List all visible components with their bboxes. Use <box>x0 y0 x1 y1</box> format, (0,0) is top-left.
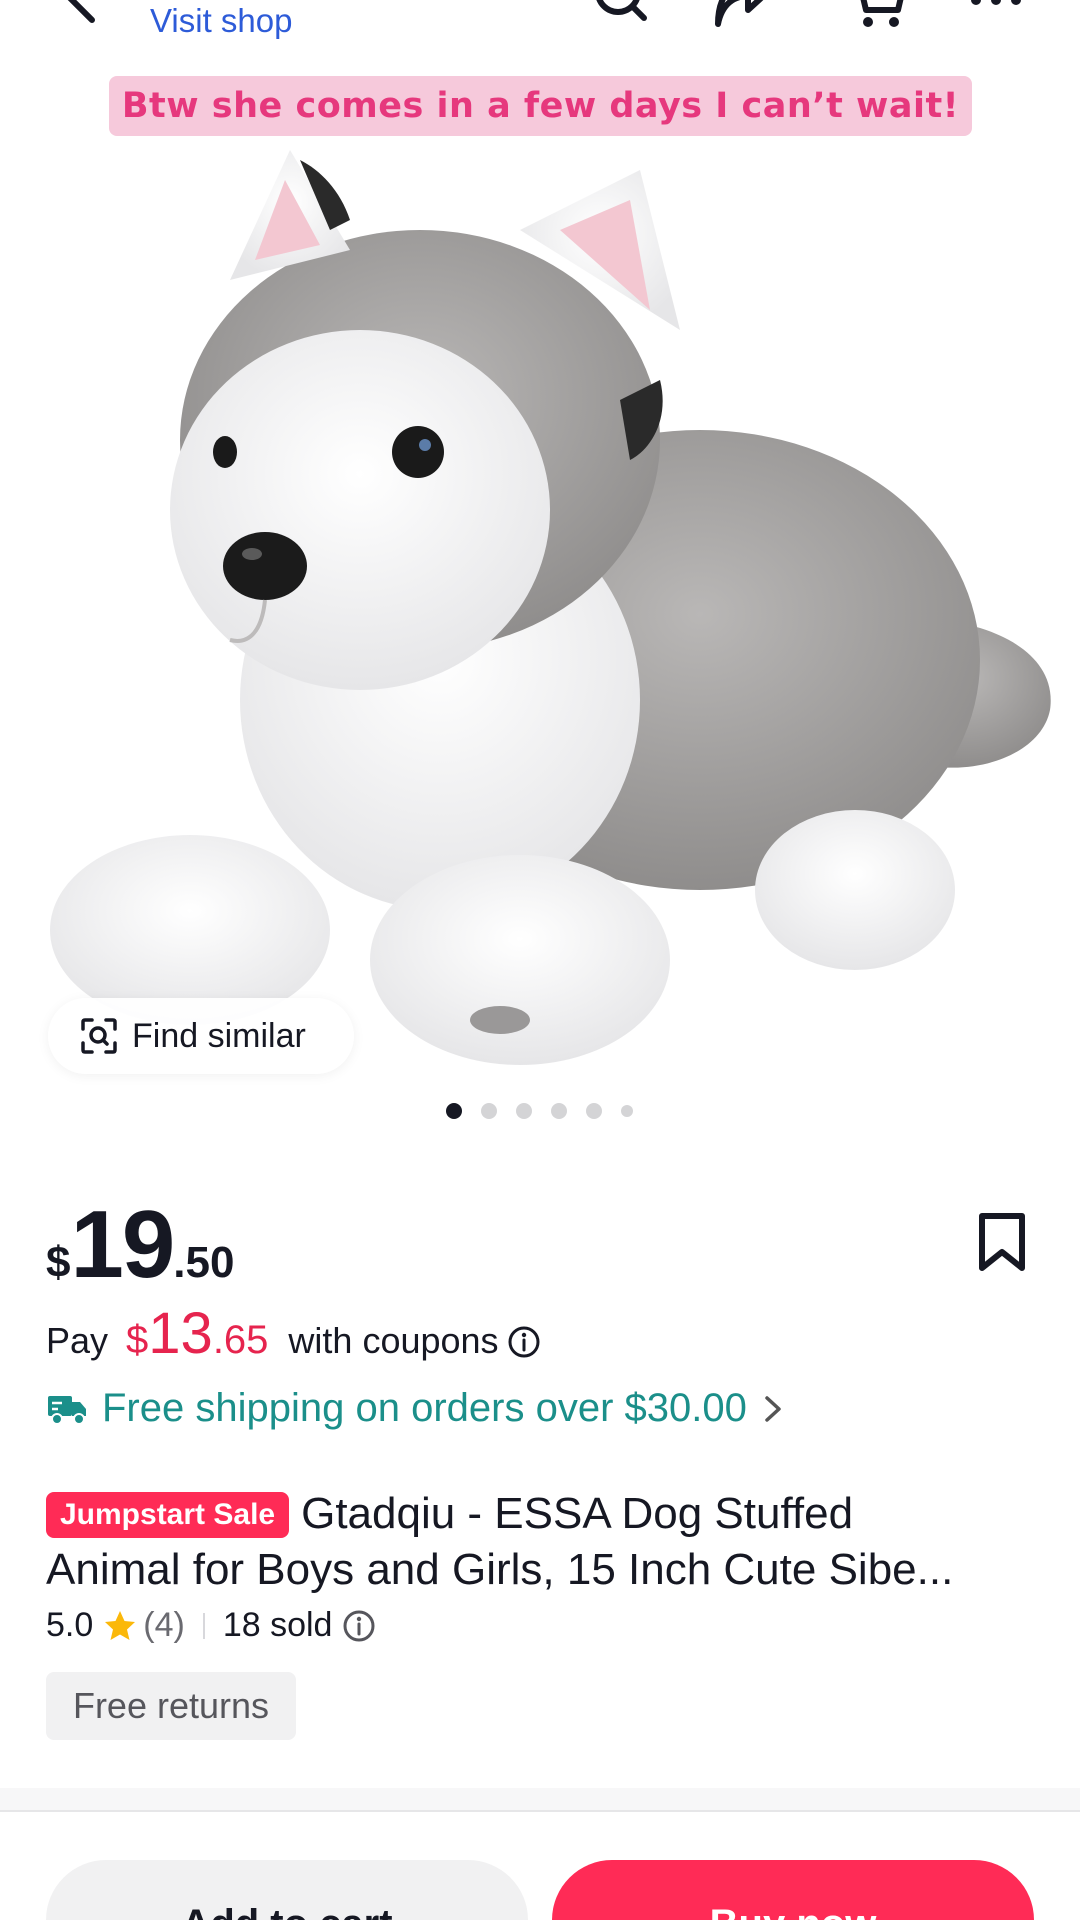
caption-sticker: Btw she comes in a few days I can’t wait… <box>109 76 972 136</box>
top-bar: Visit shop <box>0 0 1080 60</box>
star-icon <box>105 1610 136 1640</box>
coupon-suffix: with coupons <box>288 1320 499 1361</box>
info-icon[interactable] <box>342 1609 376 1643</box>
coupon-currency: $ <box>126 1318 149 1362</box>
pagination-dot[interactable] <box>586 1103 602 1119</box>
shipping-text: Free shipping on orders over $30.00 <box>102 1386 747 1430</box>
search-icon[interactable] <box>588 0 652 30</box>
find-similar-button[interactable]: Find similar <box>48 998 354 1074</box>
price: $ 19 .50 <box>46 1190 234 1298</box>
pagination-dot[interactable] <box>551 1103 567 1119</box>
pagination-dot[interactable] <box>621 1105 633 1117</box>
product-title-line2: Animal for Boys and Girls, 15 Inch Cute … <box>46 1545 954 1594</box>
more-icon[interactable] <box>966 0 1030 30</box>
sale-badge: Jumpstart Sale <box>46 1492 290 1538</box>
coupon-pay-label: Pay <box>46 1320 109 1361</box>
back-icon[interactable] <box>52 0 108 26</box>
add-to-cart-button[interactable]: Add to cart <box>46 1860 528 1920</box>
gallery-pagination <box>0 1100 1080 1120</box>
rating-row[interactable]: 5.0 (4) 18 sold <box>46 1606 376 1645</box>
pagination-dot[interactable] <box>516 1103 532 1119</box>
product-image[interactable] <box>0 140 1080 1070</box>
divider <box>202 1612 205 1639</box>
coupon-price[interactable]: Pay $ 13 .65 with coupons <box>46 1300 541 1367</box>
share-icon[interactable] <box>712 0 776 30</box>
bookmark-icon[interactable] <box>976 1212 1028 1272</box>
cart-icon[interactable] <box>846 0 910 30</box>
coupon-whole: 13 <box>148 1301 213 1366</box>
visit-shop-link[interactable]: Visit shop <box>150 2 292 40</box>
pagination-dot[interactable] <box>446 1103 462 1119</box>
product-title[interactable]: Jumpstart Sale Gtadqiu - ESSA Dog Stuffed… <box>46 1486 1036 1598</box>
section-divider <box>0 1788 1080 1812</box>
sold-count: 18 sold <box>222 1606 333 1644</box>
info-icon[interactable] <box>507 1325 541 1359</box>
price-cents: .50 <box>173 1238 235 1287</box>
pagination-dot[interactable] <box>481 1103 497 1119</box>
product-title-line1: Gtadqiu - ESSA Dog Stuffed <box>301 1489 854 1538</box>
rating-count: (4) <box>143 1606 185 1644</box>
buy-now-button[interactable]: Buy now <box>552 1860 1034 1920</box>
find-similar-label: Find similar <box>132 1016 306 1055</box>
image-search-icon <box>81 1018 117 1054</box>
chevron-right-icon <box>765 1395 781 1422</box>
truck-icon <box>48 1395 86 1425</box>
husky-plush-illustration <box>50 150 1051 1065</box>
coupon-cents: .65 <box>212 1318 269 1362</box>
price-currency: $ <box>46 1238 71 1287</box>
rating-score: 5.0 <box>46 1606 94 1644</box>
price-whole: 19 <box>70 1191 175 1298</box>
shipping-banner[interactable]: Free shipping on orders over $30.00 <box>46 1386 785 1431</box>
free-returns-badge[interactable]: Free returns <box>46 1672 296 1740</box>
